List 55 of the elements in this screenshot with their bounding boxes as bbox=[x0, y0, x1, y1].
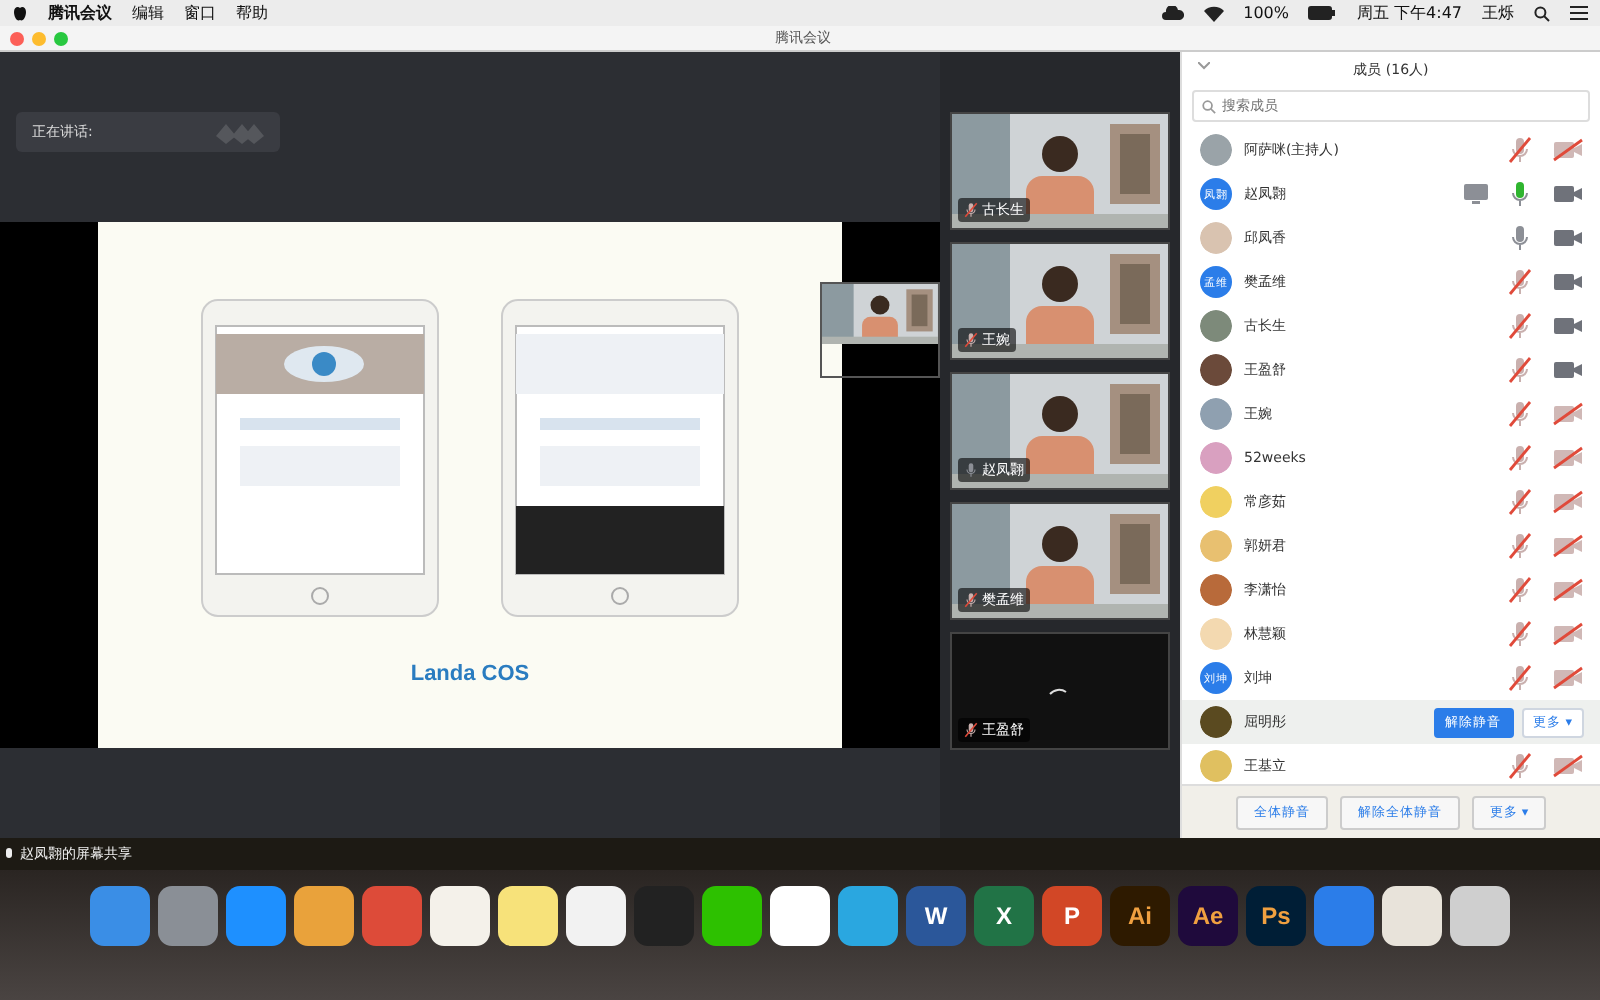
user-name[interactable]: 王烁 bbox=[1482, 2, 1514, 24]
camera-icon[interactable] bbox=[1552, 226, 1584, 250]
app-icon[interactable] bbox=[770, 886, 830, 946]
camera-off-icon[interactable] bbox=[1552, 138, 1584, 162]
app-icon[interactable]: Ae bbox=[1178, 886, 1238, 946]
camera-icon[interactable] bbox=[1552, 358, 1584, 382]
camera-off-icon[interactable] bbox=[1552, 578, 1584, 602]
camera-icon[interactable] bbox=[1552, 314, 1584, 338]
app-icon[interactable] bbox=[1382, 886, 1442, 946]
app-icon[interactable] bbox=[294, 886, 354, 946]
app-icon[interactable]: X bbox=[974, 886, 1034, 946]
app-icon[interactable] bbox=[430, 886, 490, 946]
menu-item[interactable]: 编辑 bbox=[132, 2, 164, 24]
muted-mic-icon[interactable] bbox=[964, 332, 978, 348]
camera-off-icon[interactable] bbox=[1552, 446, 1584, 470]
camera-off-icon[interactable] bbox=[1552, 622, 1584, 646]
camera-icon[interactable] bbox=[1552, 270, 1584, 294]
app-icon[interactable]: Ai bbox=[1110, 886, 1170, 946]
menu-item[interactable]: 腾讯会议 bbox=[48, 2, 112, 24]
mic-icon[interactable] bbox=[964, 462, 978, 478]
muted-mic-icon[interactable] bbox=[964, 202, 978, 218]
wifi-icon[interactable] bbox=[1203, 5, 1224, 21]
muted-mic-icon[interactable] bbox=[964, 592, 978, 608]
app-icon[interactable] bbox=[566, 886, 626, 946]
mic-icon[interactable] bbox=[1508, 180, 1532, 208]
battery-icon[interactable] bbox=[1308, 6, 1337, 20]
menu-item[interactable]: 窗口 bbox=[184, 2, 216, 24]
mic-icon[interactable] bbox=[1508, 224, 1532, 252]
mic-icon bbox=[4, 847, 14, 861]
app-icon[interactable]: W bbox=[906, 886, 966, 946]
camera-off-icon[interactable] bbox=[1552, 402, 1584, 426]
chevron-icon[interactable] bbox=[1198, 62, 1210, 70]
close-button[interactable] bbox=[10, 31, 24, 45]
menu-item[interactable]: 帮助 bbox=[236, 2, 268, 24]
logo-icon bbox=[216, 120, 264, 144]
app-icon[interactable]: Ps bbox=[1246, 886, 1306, 946]
slide-title: Landa COS bbox=[410, 662, 530, 686]
search-icon bbox=[1202, 99, 1216, 113]
camera-off-icon[interactable] bbox=[1552, 534, 1584, 558]
camera-icon[interactable] bbox=[1552, 182, 1584, 206]
search-icon[interactable] bbox=[1534, 5, 1550, 21]
camera-off-icon[interactable] bbox=[1552, 666, 1584, 690]
menu-icon[interactable] bbox=[1570, 6, 1588, 20]
camera-off-icon[interactable] bbox=[1552, 490, 1584, 514]
app-icon[interactable] bbox=[498, 886, 558, 946]
app-icon[interactable] bbox=[702, 886, 762, 946]
camera-off-icon[interactable] bbox=[1552, 754, 1584, 778]
battery-percentage: 100% bbox=[1243, 4, 1289, 22]
muted-mic-icon[interactable] bbox=[964, 722, 978, 738]
app-icon[interactable] bbox=[1450, 886, 1510, 946]
apple-logo-icon[interactable] bbox=[12, 4, 28, 22]
app-icon[interactable]: P bbox=[1042, 886, 1102, 946]
screen-share-icon[interactable] bbox=[1464, 184, 1488, 204]
clock[interactable]: 周五 下午4:47 bbox=[1356, 2, 1462, 24]
cloud-icon[interactable] bbox=[1161, 6, 1184, 20]
